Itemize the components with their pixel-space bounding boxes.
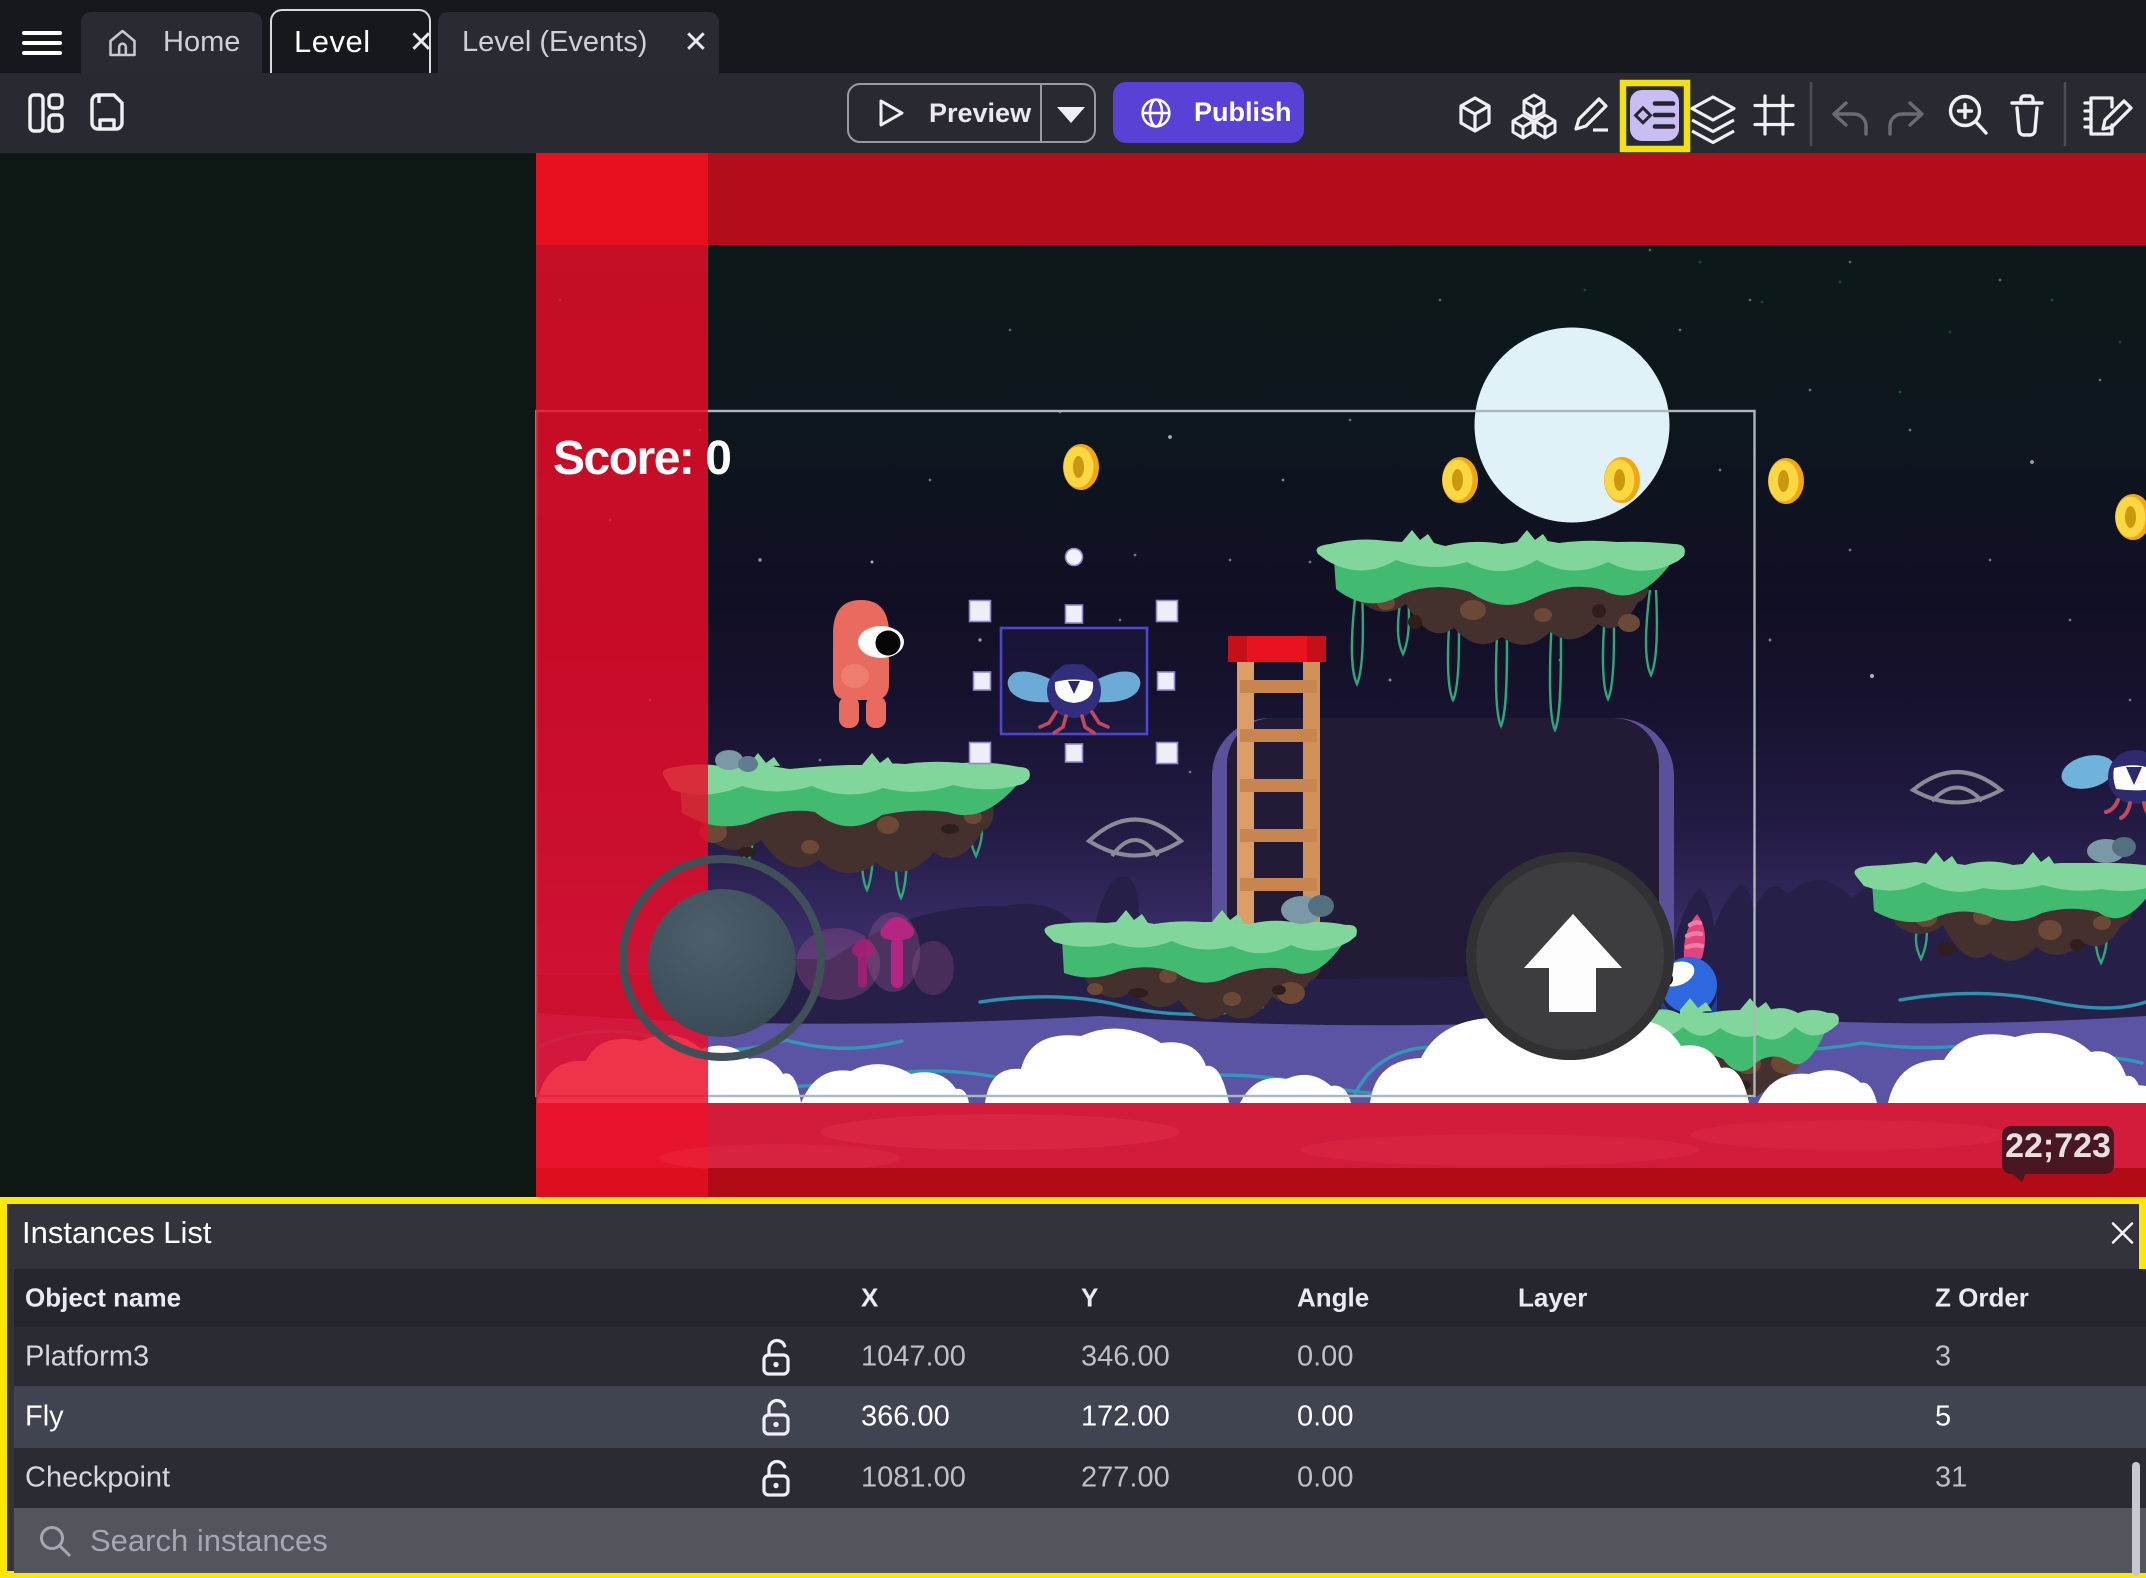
svg-text:Score: 0: Score: 0 [553,432,730,485]
svg-text:22;723: 22;723 [2005,1127,2111,1165]
